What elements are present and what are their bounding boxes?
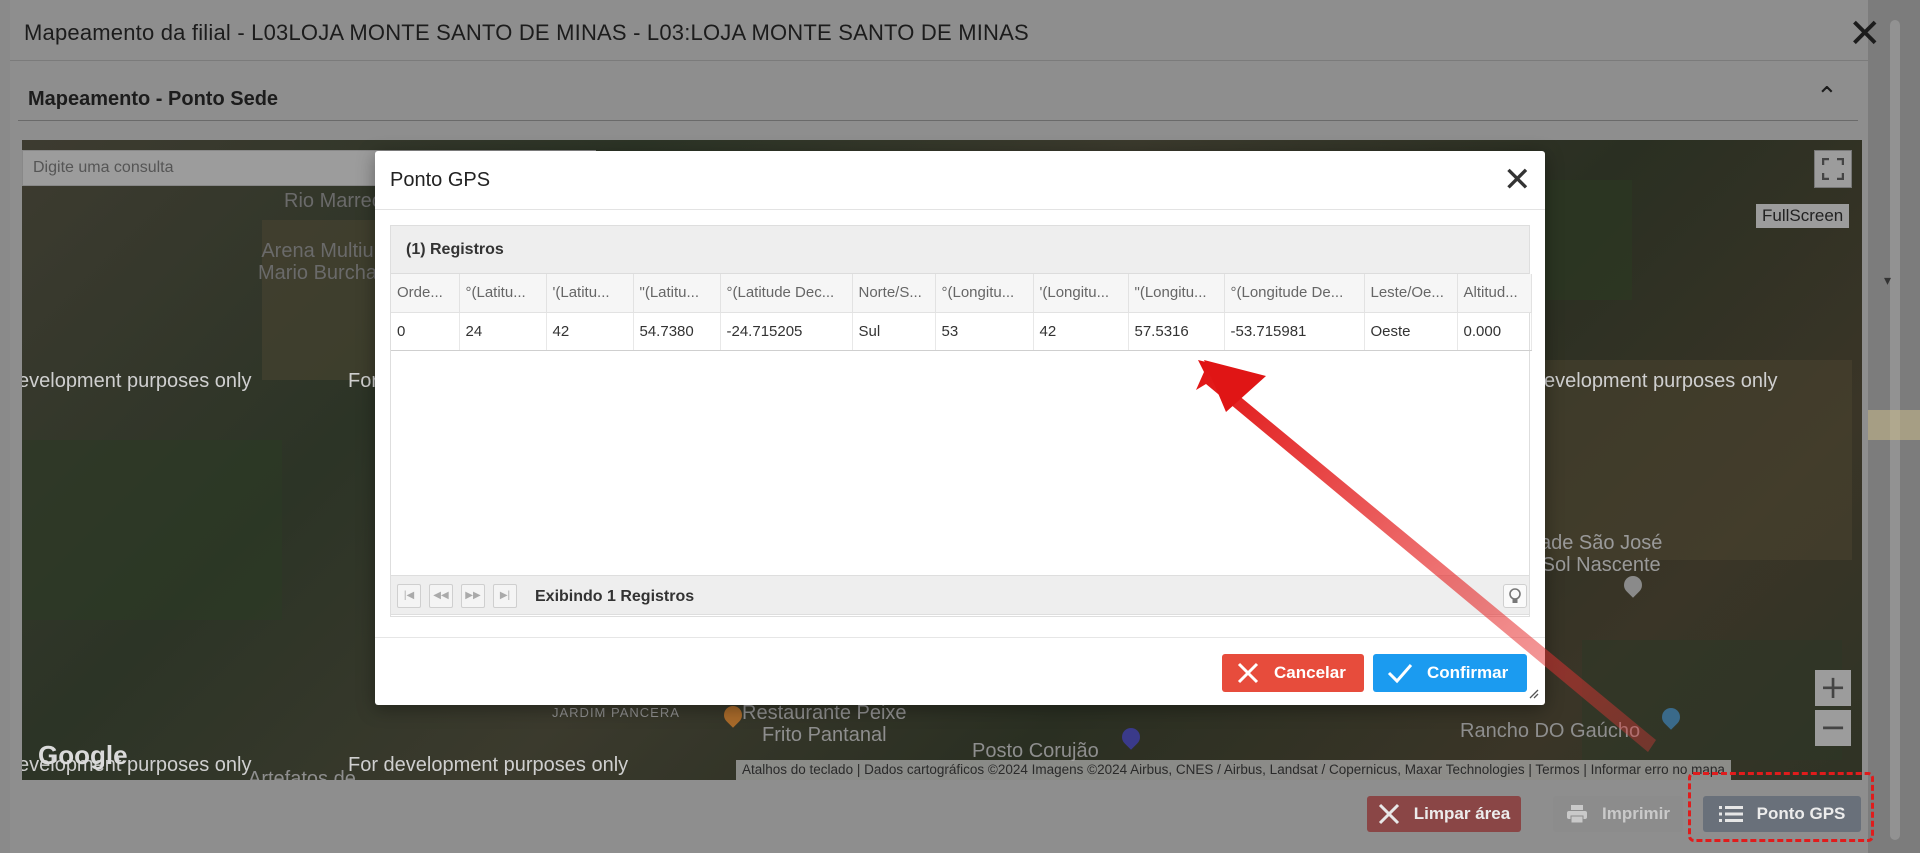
confirm-label: Confirmar <box>1427 663 1509 682</box>
map-field <box>1582 640 1842 760</box>
pager-bar: |◀ ◀◀ ▶▶ ▶| Exibindo 1 Registros <box>390 575 1530 615</box>
pager-status: Exibindo 1 Registros <box>535 588 695 605</box>
next-page-icon[interactable]: ▶▶ <box>461 584 485 608</box>
map-watermark: For <box>348 370 378 392</box>
map-place-label: Arena Multiu Mario Burcha <box>258 240 377 284</box>
zoom-in-button[interactable]: + <box>1815 670 1851 706</box>
annotation-highlight-box <box>1688 772 1874 842</box>
clear-area-label: Limpar área <box>1413 804 1511 823</box>
google-logo: Google <box>38 740 128 770</box>
dialog-title: Ponto GPS <box>390 169 491 191</box>
fullscreen-label[interactable]: FullScreen <box>1756 204 1850 228</box>
print-label: Imprimir <box>1601 804 1671 823</box>
fullscreen-button[interactable] <box>1814 150 1852 188</box>
table-cell: 0.000 <box>1457 312 1532 351</box>
ponto-gps-dialog: Ponto GPS ✕ (1) Registros Orde... °(Lati… <box>375 151 1545 705</box>
title-divider <box>10 60 1868 61</box>
section-divider <box>18 120 1858 121</box>
background-app-right: ▾ <box>1868 0 1920 853</box>
printer-icon <box>1566 805 1587 824</box>
chevron-up-icon[interactable]: ⌃ <box>1816 82 1838 112</box>
table-cell: 24 <box>459 312 547 351</box>
map-place-label: Posto Corujão <box>972 740 1099 762</box>
column-header[interactable]: °(Latitu... <box>459 274 547 313</box>
column-header[interactable]: "(Longitu... <box>1128 274 1225 313</box>
column-header[interactable]: Leste/Oe... <box>1364 274 1458 313</box>
first-page-icon[interactable]: |◀ <box>397 584 421 608</box>
column-header[interactable]: °(Longitude De... <box>1224 274 1365 313</box>
check-icon <box>1387 664 1413 684</box>
map-watermark: For development purposes only <box>348 754 629 776</box>
x-icon <box>1378 803 1399 825</box>
column-header[interactable]: '(Longitu... <box>1033 274 1129 313</box>
window-title: Mapeamento da filial - L03LOJA MONTE SAN… <box>24 20 1029 45</box>
x-icon <box>1237 662 1259 684</box>
map-attribution[interactable]: Atalhos do teclado | Dados cartográficos… <box>736 760 1731 780</box>
fullscreen-icon <box>1822 158 1844 180</box>
table-cell: 42 <box>1033 312 1129 351</box>
section-title: Mapeamento - Ponto Sede <box>28 88 279 110</box>
column-header[interactable]: °(Latitude Dec... <box>720 274 853 313</box>
column-header[interactable]: "(Latitu... <box>633 274 721 313</box>
column-header[interactable]: Norte/S... <box>852 274 936 313</box>
map-place-label: JARDIM PANCERA <box>552 705 680 720</box>
column-header[interactable]: Orde... <box>391 274 460 313</box>
zoom-out-button[interactable]: − <box>1815 710 1851 746</box>
table-cell: -24.715205 <box>720 312 853 351</box>
close-icon[interactable]: ✕ <box>1503 163 1532 197</box>
column-header[interactable]: °(Longitu... <box>935 274 1034 313</box>
records-table: Orde... °(Latitu... '(Latitu... "(Latitu… <box>391 274 1532 351</box>
table-row[interactable]: 0 24 42 54.7380 -24.715205 Sul 53 42 57.… <box>391 312 1532 351</box>
close-icon[interactable]: ✕ <box>1848 14 1882 54</box>
records-count: (1) Registros <box>391 226 1529 274</box>
table-cell: 42 <box>546 312 634 351</box>
lightbulb-icon[interactable] <box>1503 584 1527 608</box>
map-watermark: evelopment purposes only <box>22 370 252 392</box>
map-pin-icon[interactable] <box>1118 724 1144 750</box>
table-cell: Sul <box>852 312 936 351</box>
table-header-row: Orde... °(Latitu... '(Latitu... "(Latitu… <box>391 274 1532 313</box>
table-cell: 54.7380 <box>633 312 721 351</box>
last-page-icon[interactable]: ▶| <box>493 584 517 608</box>
map-field <box>22 440 282 620</box>
background-highlight <box>1868 410 1920 440</box>
dialog-footer-divider <box>375 637 1545 638</box>
table-cell: 0 <box>391 312 460 351</box>
table-cell: 57.5316 <box>1128 312 1225 351</box>
map-pin-icon[interactable] <box>1620 572 1646 598</box>
map-watermark: evelopment purposes only <box>1544 370 1778 392</box>
background-app-left <box>0 0 10 853</box>
map-place-label: Artefatos de <box>248 768 356 780</box>
print-button[interactable]: Imprimir <box>1553 796 1683 832</box>
column-header[interactable]: Altitud... <box>1457 274 1532 313</box>
cancel-button[interactable]: Cancelar <box>1222 654 1364 692</box>
confirm-button[interactable]: Confirmar <box>1373 654 1527 692</box>
table-cell: -53.715981 <box>1224 312 1365 351</box>
map-place-label: ade São José Sol Nascente <box>1540 532 1663 576</box>
clear-area-button[interactable]: Limpar área <box>1367 796 1521 832</box>
records-grid: (1) Registros Orde... °(Latitu... '(Lati… <box>390 225 1532 617</box>
map-place-label: Rancho DO Gaúcho <box>1460 720 1641 742</box>
resize-handle-icon[interactable] <box>1527 687 1539 699</box>
column-header[interactable]: '(Latitu... <box>546 274 634 313</box>
table-cell: 53 <box>935 312 1034 351</box>
table-cell: Oeste <box>1364 312 1458 351</box>
cancel-label: Cancelar <box>1274 663 1346 682</box>
dialog-divider <box>375 209 1545 210</box>
map-place-label: Restaurante Peixe Frito Pantanal <box>742 702 907 746</box>
prev-page-icon[interactable]: ◀◀ <box>429 584 453 608</box>
chevron-down-icon: ▾ <box>1884 272 1892 288</box>
